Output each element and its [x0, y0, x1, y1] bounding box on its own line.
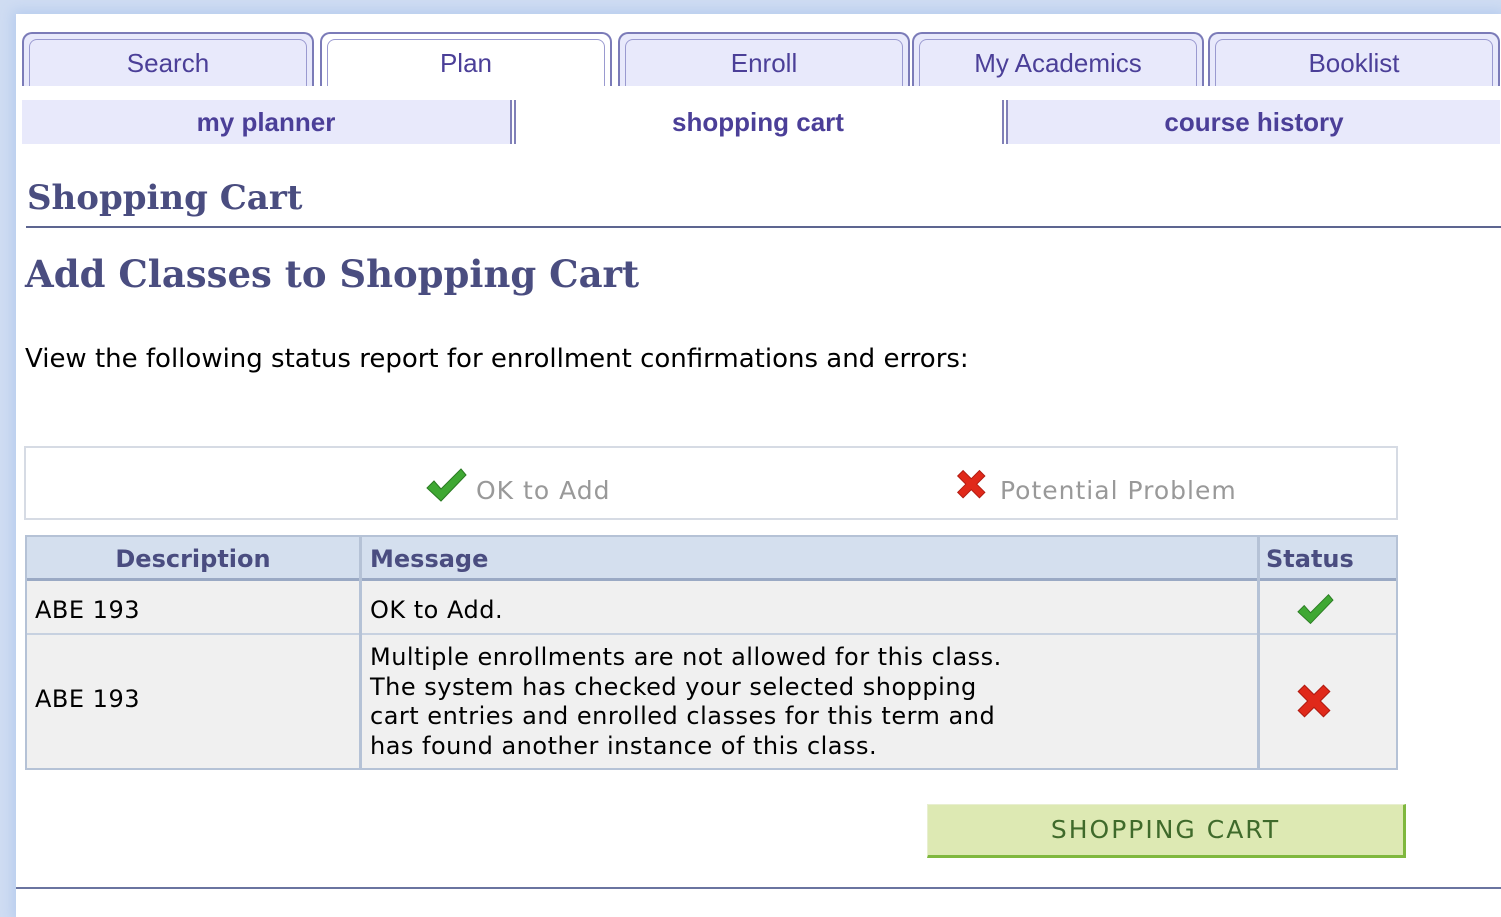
tab-booklist[interactable]: Booklist: [1208, 32, 1500, 86]
checkmark-icon: [1297, 594, 1334, 625]
message-line: Multiple enrollments are not allowed for…: [370, 643, 1002, 671]
column-divider: [1257, 537, 1260, 768]
subtab-shopping-cart[interactable]: shopping cart: [516, 100, 1000, 144]
checkmark-icon: [426, 468, 467, 502]
subtab-my-planner[interactable]: my planner: [22, 100, 510, 144]
legend-ok-label: OK to Add: [476, 476, 611, 505]
message-line: The system has checked your selected sho…: [370, 672, 977, 701]
row2-message: Multiple enrollments are not allowed for…: [362, 635, 1257, 768]
row2-description: ABE 193: [35, 685, 140, 713]
status-legend: OK to Add Potential Problem: [24, 446, 1398, 520]
header-message: Message: [362, 537, 1257, 581]
page-frame: Search Plan Enroll My Academics Booklist…: [16, 14, 1501, 917]
x-icon: [956, 469, 986, 499]
tab-search[interactable]: Search: [22, 32, 314, 86]
header-status: Status: [1260, 537, 1396, 581]
subtab-course-history[interactable]: course history: [1008, 100, 1500, 144]
sub-tab-bar: my planner shopping cart course history: [22, 100, 1501, 144]
title-divider: [26, 226, 1501, 228]
x-icon: [1297, 684, 1331, 718]
bottom-divider: [16, 887, 1501, 889]
section-title: Add Classes to Shopping Cart: [25, 252, 640, 296]
intro-text: View the following status report for enr…: [25, 344, 969, 374]
row1-message: OK to Add.: [370, 596, 504, 624]
main-tab-bar: Search Plan Enroll My Academics Booklist: [22, 32, 1501, 88]
row1-description: ABE 193: [35, 596, 140, 624]
tab-my-academics[interactable]: My Academics: [912, 32, 1204, 86]
header-description: Description: [27, 537, 359, 581]
tab-enroll[interactable]: Enroll: [618, 32, 910, 86]
legend-problem-label: Potential Problem: [1000, 476, 1237, 505]
column-divider: [359, 537, 362, 768]
message-line: has found another instance of this class…: [370, 731, 878, 760]
shopping-cart-button[interactable]: SHOPPING CART: [927, 804, 1406, 858]
message-line: cart entries and enrolled classes for th…: [370, 702, 996, 730]
tab-plan[interactable]: Plan: [320, 32, 612, 86]
status-table: Description Message Status ABE 193 OK to…: [25, 535, 1398, 770]
page-title: Shopping Cart: [27, 178, 303, 218]
